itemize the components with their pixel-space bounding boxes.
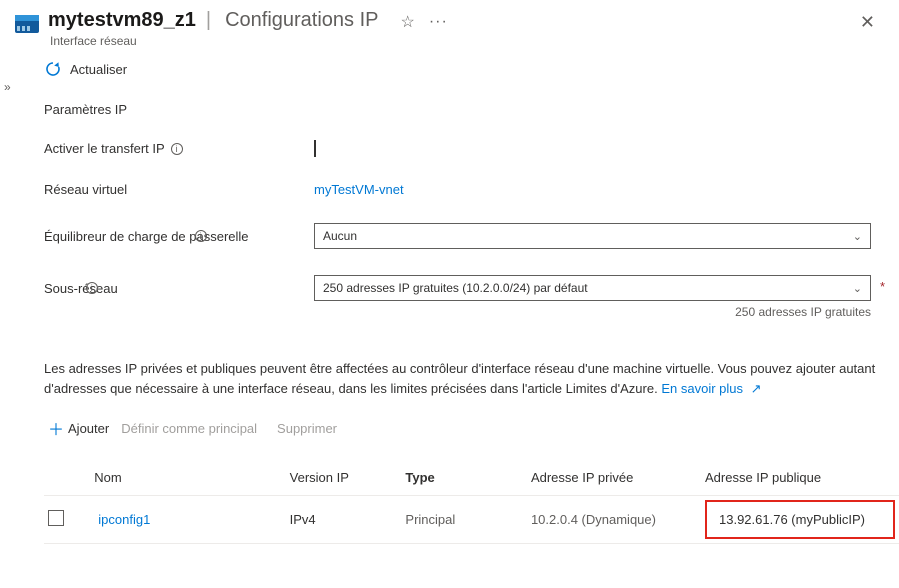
resource-type-subtitle: Interface réseau — [50, 34, 448, 48]
ipconfig-type: Principal — [401, 496, 527, 544]
delete-label: Supprimer — [277, 421, 337, 436]
info-icon[interactable]: i — [171, 143, 183, 155]
learn-more-link[interactable]: En savoir plus — [661, 381, 743, 396]
ip-config-table: Nom Version IP Type Adresse IP privée Ad… — [44, 462, 899, 544]
blade-title: Configurations IP — [225, 9, 378, 32]
refresh-icon — [44, 60, 62, 78]
expand-sidebar-icon[interactable]: » — [4, 80, 7, 94]
refresh-label: Actualiser — [70, 62, 127, 77]
refresh-button[interactable]: Actualiser — [44, 60, 899, 78]
table-row[interactable]: ipconfig1 IPv4 Principal 10.2.0.4 (Dynam… — [44, 496, 899, 544]
required-indicator: * — [880, 279, 885, 294]
gateway-lb-value: Aucun — [323, 229, 357, 243]
more-icon[interactable]: ··· — [429, 13, 448, 31]
title-separator: | — [206, 9, 211, 32]
subnet-select[interactable]: 250 adresses IP gratuites (10.2.0.0/24) … — [314, 275, 871, 301]
ipconfig-private: 10.2.0.4 (Dynamique) — [527, 496, 701, 544]
chevron-down-icon: ⌄ — [853, 282, 862, 295]
network-interface-icon — [14, 14, 40, 34]
resource-name: mytestvm89_z1 — [48, 9, 196, 32]
add-label: Ajouter — [68, 421, 109, 436]
gateway-lb-select[interactable]: Aucun ⌄ — [314, 223, 871, 249]
subnet-label: Sous-réseau — [44, 281, 118, 296]
set-primary-button: Définir comme principal — [117, 419, 261, 438]
col-private-header[interactable]: Adresse IP privée — [527, 462, 701, 496]
add-button[interactable]: ＋ Ajouter — [44, 414, 113, 442]
ipconfig-name-link[interactable]: ipconfig1 — [98, 512, 150, 527]
favorite-icon[interactable]: ☆ — [401, 12, 415, 32]
subnet-hint: 250 adresses IP gratuites — [44, 305, 899, 319]
external-link-icon: ↗ — [751, 381, 762, 396]
plus-icon: ＋ — [48, 416, 64, 440]
chevron-down-icon: ⌄ — [853, 230, 862, 243]
col-public-header[interactable]: Adresse IP publique — [701, 462, 899, 496]
subnet-value: 250 adresses IP gratuites (10.2.0.0/24) … — [323, 281, 588, 295]
ipconfig-public-highlight: 13.92.61.76 (myPublicIP) — [705, 500, 895, 539]
ip-forwarding-label: Activer le transfert IP — [44, 141, 165, 156]
col-name-header[interactable]: Nom — [94, 462, 285, 496]
vnet-link[interactable]: myTestVM-vnet — [314, 182, 404, 197]
gateway-lb-label: Équilibreur de charge de passerelle — [44, 229, 249, 244]
row-checkbox[interactable] — [48, 510, 64, 526]
close-icon[interactable]: ✕ — [854, 8, 881, 37]
ip-forwarding-checkbox[interactable] — [314, 140, 316, 157]
info-icon[interactable]: i — [195, 230, 207, 242]
vnet-label: Réseau virtuel — [44, 182, 314, 197]
col-type-header[interactable]: Type — [401, 462, 527, 496]
info-icon[interactable]: i — [86, 282, 98, 294]
delete-button: Supprimer — [273, 419, 341, 438]
col-version-header[interactable]: Version IP — [286, 462, 402, 496]
ipconfig-version: IPv4 — [286, 496, 402, 544]
set-primary-label: Définir comme principal — [121, 421, 257, 436]
ip-settings-heading: Paramètres IP — [44, 102, 899, 117]
